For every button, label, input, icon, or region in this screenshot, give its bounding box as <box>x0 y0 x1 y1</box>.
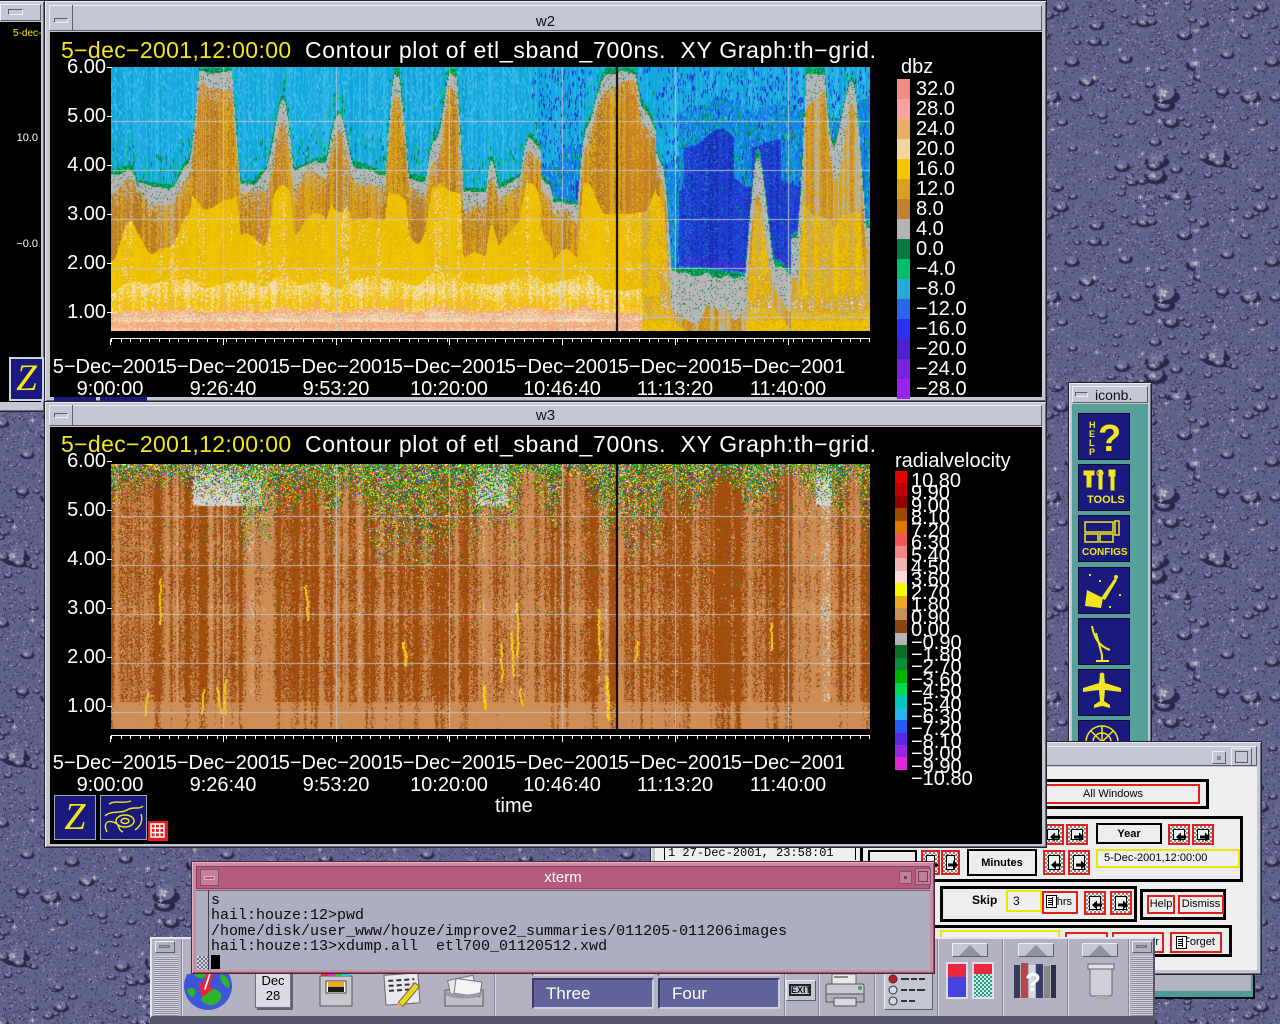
svg-text:?: ? <box>1098 418 1121 459</box>
svg-text:CONFIGS: CONFIGS <box>1082 547 1128 558</box>
svg-text:TOOLS: TOOLS <box>1087 494 1125 506</box>
svg-text:P: P <box>1089 447 1095 457</box>
svg-text:?: ? <box>1025 967 1041 997</box>
